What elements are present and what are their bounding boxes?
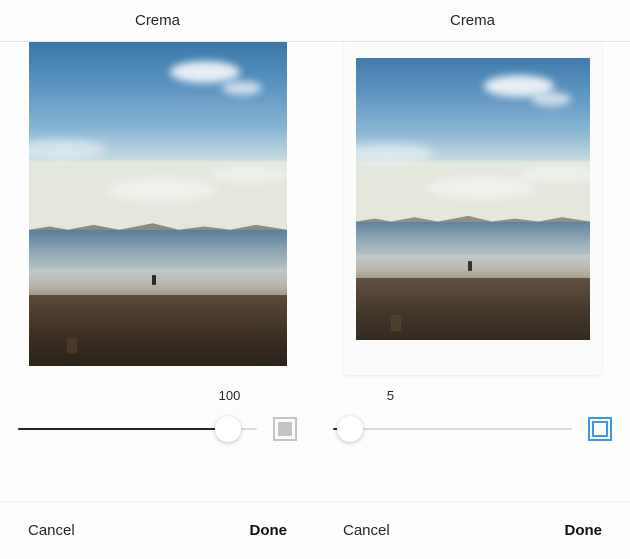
foreground-figure <box>67 337 77 353</box>
cloud <box>209 165 286 183</box>
preview-area <box>315 42 630 376</box>
cloud <box>222 81 262 95</box>
slider-fill <box>18 428 228 430</box>
cloud <box>484 75 554 97</box>
beach <box>29 295 287 366</box>
sky <box>356 58 590 233</box>
slider-thumb[interactable] <box>215 416 241 442</box>
done-button[interactable]: Done <box>250 522 288 539</box>
photo-preview <box>29 42 287 366</box>
cancel-button[interactable]: Cancel <box>343 522 390 539</box>
editor-container: Crema 100 <box>0 0 630 559</box>
slider-thumb[interactable] <box>337 416 363 442</box>
sea <box>356 222 590 261</box>
cloud <box>106 178 216 202</box>
controls: 100 <box>0 376 315 476</box>
slider-value-label: 100 <box>0 376 315 410</box>
photo-preview <box>356 58 590 340</box>
foreground-figure <box>391 315 401 331</box>
slider-value-label: 5 <box>315 376 630 410</box>
cloud <box>531 92 571 106</box>
cloud <box>426 176 536 200</box>
distant-figure <box>468 261 472 271</box>
frame-toggle[interactable] <box>273 417 297 441</box>
filter-title: Crema <box>315 0 630 42</box>
intensity-slider[interactable] <box>18 428 257 430</box>
preview-area <box>0 42 315 376</box>
mountains <box>356 213 590 227</box>
cloud <box>519 165 589 183</box>
controls: 5 <box>315 376 630 476</box>
slider-row <box>0 410 315 448</box>
filter-title: Crema <box>0 0 315 42</box>
wet-sand <box>356 255 590 289</box>
pane-right: Crema <box>315 0 630 559</box>
bottom-bar: Cancel Done <box>0 501 315 559</box>
slider-row <box>315 410 630 448</box>
cloud <box>356 143 434 163</box>
done-button[interactable]: Done <box>565 522 603 539</box>
photo-frame <box>344 42 602 375</box>
frame-toggle[interactable] <box>588 417 612 441</box>
intensity-slider[interactable] <box>333 428 572 430</box>
pane-left: Crema 100 <box>0 0 315 559</box>
bottom-bar: Cancel Done <box>315 501 630 559</box>
beach <box>356 278 590 340</box>
cancel-button[interactable]: Cancel <box>28 522 75 539</box>
distant-figure <box>152 275 156 285</box>
